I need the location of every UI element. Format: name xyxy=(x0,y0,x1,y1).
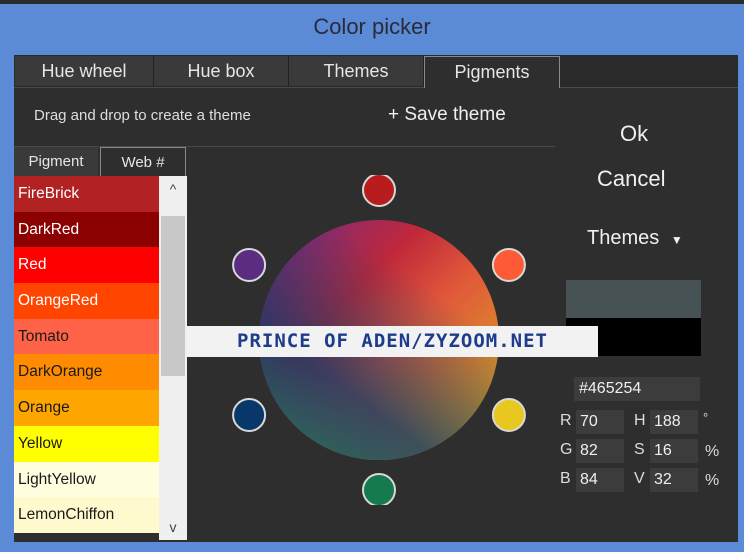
pigment-subtabs: Pigment Web # xyxy=(14,147,186,177)
window-title: Color picker xyxy=(313,14,431,39)
theme-color-dot[interactable] xyxy=(362,473,396,507)
pigment-item[interactable]: Yellow xyxy=(14,425,159,462)
s-unit: % xyxy=(705,443,720,460)
chevron-down-icon[interactable]: v xyxy=(159,514,187,540)
tab-themes[interactable]: Themes xyxy=(289,56,424,86)
scrollbar-thumb[interactable] xyxy=(161,216,185,376)
s-input[interactable]: 16 xyxy=(650,439,698,463)
pigment-item[interactable]: LightYellow xyxy=(14,461,159,498)
subtab-pigment[interactable]: Pigment xyxy=(14,147,98,176)
v-label: V xyxy=(634,470,645,487)
tab-hue-box[interactable]: Hue box xyxy=(154,56,289,86)
picker-panel: Hue wheel Hue box Themes Pigments Drag a… xyxy=(14,55,738,542)
tab-bar: Hue wheel Hue box Themes Pigments xyxy=(14,55,738,88)
b-input[interactable]: 84 xyxy=(576,468,624,492)
h-input[interactable]: 188 xyxy=(650,410,698,434)
subtab-web[interactable]: Web # xyxy=(100,147,186,177)
pigment-scrollbar[interactable]: ^ v xyxy=(159,176,187,540)
r-label: R xyxy=(560,412,572,429)
save-theme-button[interactable]: + Save theme xyxy=(388,104,506,126)
pigment-item[interactable]: DarkRed xyxy=(14,211,159,248)
theme-color-dot[interactable] xyxy=(491,248,526,282)
color-picker-window: Color picker Hue wheel Hue box Themes Pi… xyxy=(0,0,744,552)
hex-input[interactable]: #465254 xyxy=(574,377,700,401)
pigment-item[interactable]: Red xyxy=(14,247,159,284)
pigment-item[interactable]: DarkOrange xyxy=(14,354,159,391)
watermark-text: PRINCE OF ADEN/ZYZOOM.NET xyxy=(237,330,548,352)
pigment-item[interactable]: LemonChiffon xyxy=(14,497,159,533)
theme-color-dot[interactable] xyxy=(362,173,396,207)
themes-dropdown-label: Themes xyxy=(587,227,660,249)
cancel-button[interactable]: Cancel xyxy=(597,166,665,192)
window-top-border xyxy=(0,0,744,4)
g-label: G xyxy=(560,441,573,458)
pigment-item[interactable]: FireBrick xyxy=(14,176,159,212)
v-input[interactable]: 32 xyxy=(650,468,698,492)
b-label: B xyxy=(560,470,571,487)
pigment-item[interactable]: Tomato xyxy=(14,318,159,355)
theme-color-dot[interactable] xyxy=(232,398,267,432)
theme-color-dot[interactable] xyxy=(232,248,267,282)
drag-drop-hint: Drag and drop to create a theme xyxy=(34,107,251,124)
caret-down-icon: ▼ xyxy=(670,233,683,247)
watermark-banner: PRINCE OF ADEN/ZYZOOM.NET xyxy=(187,326,598,357)
h-unit: ° xyxy=(703,410,709,425)
ok-button[interactable]: Ok xyxy=(620,121,648,147)
s-label: S xyxy=(634,441,645,458)
tab-hue-wheel[interactable]: Hue wheel xyxy=(15,56,154,86)
r-input[interactable]: 70 xyxy=(576,410,624,434)
pigment-item[interactable]: Orange xyxy=(14,390,159,426)
h-label: H xyxy=(634,412,646,429)
tab-pigments[interactable]: Pigments xyxy=(424,56,560,88)
pigment-list: FireBrick DarkRed Red OrangeRed Tomato DarkOr… xyxy=(14,176,159,540)
pigment-item[interactable]: OrangeRed xyxy=(14,283,159,319)
theme-color-dot[interactable] xyxy=(491,398,526,432)
chevron-up-icon[interactable]: ^ xyxy=(159,176,187,202)
g-input[interactable]: 82 xyxy=(576,439,624,463)
themes-dropdown[interactable]: Themes ▼ xyxy=(587,227,683,250)
current-color-swatch xyxy=(566,280,701,318)
v-unit: % xyxy=(705,472,720,489)
